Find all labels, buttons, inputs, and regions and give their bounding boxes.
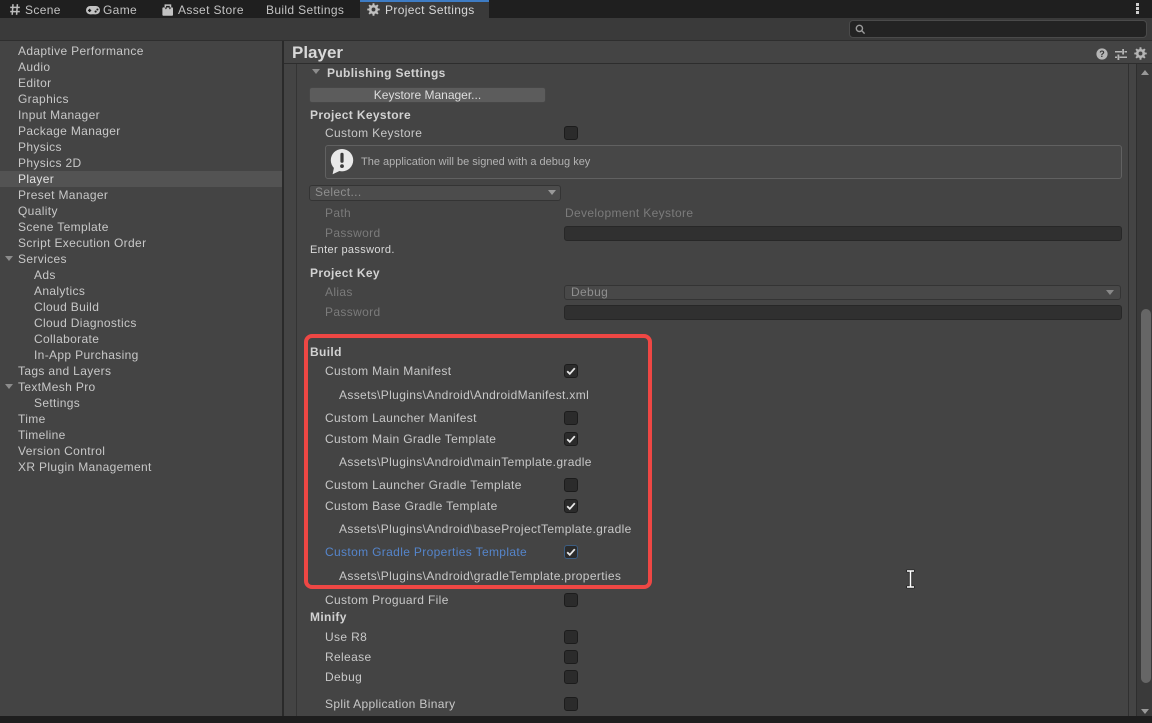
svg-text:?: ? [1099, 49, 1105, 59]
